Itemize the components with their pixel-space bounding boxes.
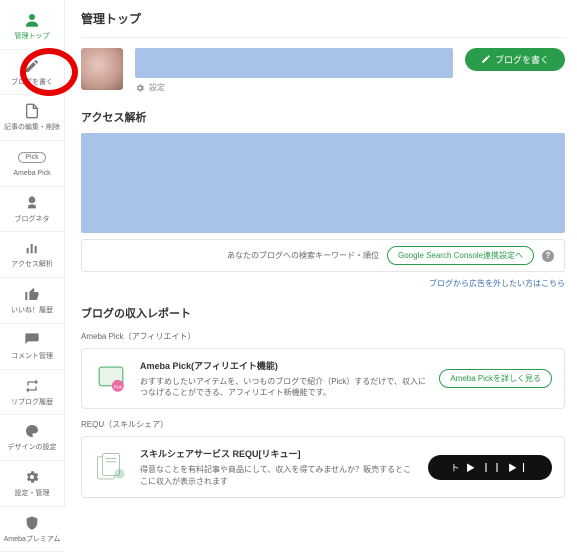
keyword-bar: あなたのブログへの検索キーワード・順位 Google Search Consol… [81, 239, 565, 272]
divider [81, 37, 565, 38]
gear-small-icon [135, 83, 145, 93]
svg-text:Pick: Pick [114, 384, 123, 389]
shield-icon [22, 513, 42, 533]
profile-row: 設定 ブログを書く [81, 48, 565, 93]
page-title: 管理トップ [81, 10, 565, 27]
keyword-text: あなたのブログへの検索キーワード・順位 [227, 250, 379, 261]
pick-card-desc: おすすめしたいアイテムを、いつものブログで紹介（Pick）するだけで、収入につな… [140, 376, 427, 398]
repeat-icon [22, 376, 42, 396]
pick-details-button[interactable]: Ameba Pickを詳しく見る [439, 369, 552, 388]
sidebar-item-dashboard[interactable]: 管理トップ [0, 4, 64, 50]
requ-sub-label: REQU（スキルシェア） [81, 419, 565, 430]
sidebar-item-label: 設定・管理 [15, 490, 50, 498]
pick-card-title: Ameba Pick(アフィリエイト機能) [140, 359, 427, 372]
thumbs-up-icon [22, 284, 42, 304]
sidebar-item-settings[interactable]: 設定・管理 [0, 461, 64, 507]
sidebar-item-reblog[interactable]: リブログ履歴 [0, 370, 64, 416]
write-blog-button-label: ブログを書く [495, 53, 549, 66]
sidebar: 管理トップ ブログを書く 記事の編集・削除 Pick Ameba Pick ブロ… [0, 0, 65, 508]
sidebar-item-label: コメント管理 [11, 353, 53, 361]
write-blog-button[interactable]: ブログを書く [465, 48, 565, 71]
sidebar-item-write-blog[interactable]: ブログを書く [0, 50, 64, 96]
pencil-icon [22, 56, 42, 76]
main-content: 管理トップ 設定 ブログを書く アクセス解析 [65, 0, 577, 508]
sidebar-item-label: Amebaプレミアム [4, 536, 61, 544]
sidebar-item-ameba-pick[interactable]: Pick Ameba Pick [0, 141, 64, 187]
comment-icon [22, 330, 42, 350]
pencil-icon [481, 54, 491, 66]
bar-chart-icon [22, 238, 42, 258]
access-chart-placeholder [81, 133, 565, 233]
profile-meta: 設定 [135, 82, 453, 93]
sidebar-item-analytics[interactable]: アクセス解析 [0, 232, 64, 278]
requ-card-icon [94, 450, 128, 484]
gsc-link-button[interactable]: Google Search Console連携設定へ [387, 246, 534, 265]
info-icon[interactable]: ? [542, 250, 554, 262]
palette-icon [22, 421, 42, 441]
person-icon [22, 10, 42, 30]
pick-card-icon: Pick [94, 362, 128, 396]
sidebar-item-label: いいね！履歴 [11, 307, 53, 315]
document-icon [22, 101, 42, 121]
sidebar-item-likes[interactable]: いいね！履歴 [0, 278, 64, 324]
remove-ads-link[interactable]: ブログから広告を外したい方はこちら [81, 278, 565, 289]
requ-action-button[interactable]: ト ▶ ┃┃ ▶┃ [428, 455, 552, 480]
sidebar-item-premium[interactable]: Amebaプレミアム [0, 507, 64, 552]
sidebar-item-label: アクセス解析 [11, 261, 53, 269]
ameba-pick-card: Pick Ameba Pick(アフィリエイト機能) おすすめしたいアイテムを、… [81, 348, 565, 409]
sidebar-item-label: 記事の編集・削除 [4, 124, 60, 132]
pick-icon: Pick [22, 147, 42, 167]
sidebar-item-label: 管理トップ [15, 33, 50, 41]
gear-icon [22, 467, 42, 487]
sidebar-item-comments[interactable]: コメント管理 [0, 324, 64, 370]
sidebar-item-label: リブログ履歴 [11, 399, 53, 407]
profile-settings-link[interactable]: 設定 [149, 82, 165, 93]
pick-sub-label: Ameba Pick（アフィリエイト） [81, 331, 565, 342]
sidebar-item-edit-articles[interactable]: 記事の編集・削除 [0, 95, 64, 141]
sidebar-item-label: ブログネタ [15, 216, 50, 224]
requ-card: スキルシェアサービス REQU[リキュー] 得意なことを有料記事や商品にして、収… [81, 436, 565, 497]
requ-card-desc: 得意なことを有料記事や商品にして、収入を得てみませんか？販売するとここに収入が表… [140, 464, 416, 486]
sidebar-item-blog-topics[interactable]: ブログネタ [0, 187, 64, 233]
access-section-title: アクセス解析 [81, 109, 565, 125]
sidebar-item-label: デザインの設定 [8, 444, 57, 452]
sprout-icon [22, 193, 42, 213]
revenue-section-title: ブログの収入レポート [81, 305, 565, 321]
sidebar-item-label: ブログを書く [11, 79, 53, 87]
blog-name-placeholder [135, 48, 453, 78]
sidebar-item-design[interactable]: デザインの設定 [0, 415, 64, 461]
blog-thumbnail[interactable] [81, 48, 123, 90]
sidebar-item-label: Ameba Pick [13, 170, 50, 178]
requ-card-title: スキルシェアサービス REQU[リキュー] [140, 447, 416, 460]
